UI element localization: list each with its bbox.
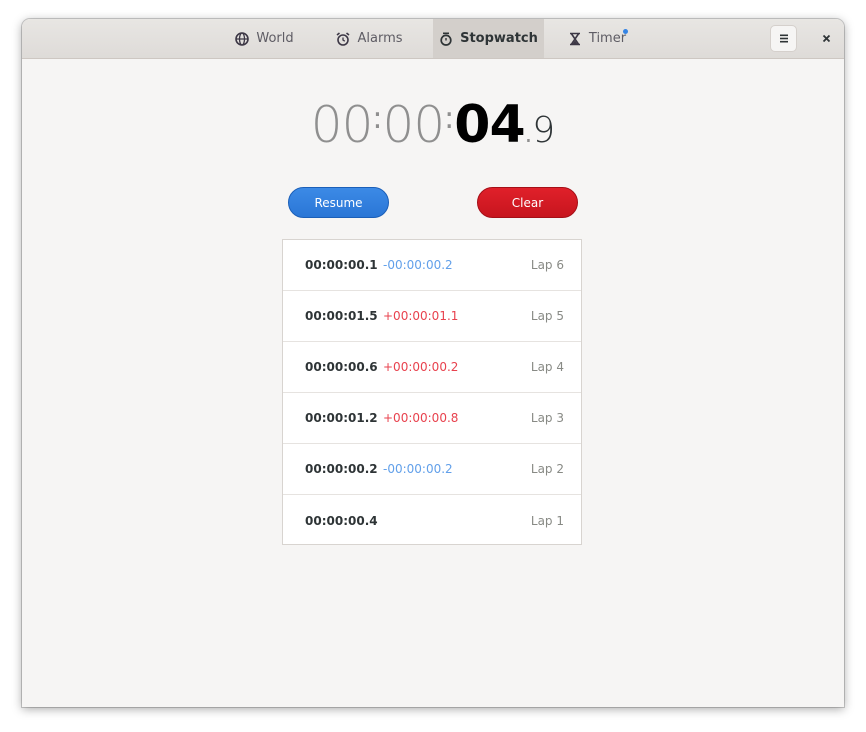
- tab-world-label: World: [256, 31, 294, 46]
- lap-difference: +00:00:00.8: [383, 411, 459, 425]
- close-icon: [822, 34, 830, 43]
- lap-difference: +00:00:00.2: [383, 360, 459, 374]
- lap-label: Lap 5: [530, 309, 564, 323]
- lap-difference: +00:00:01.1: [383, 309, 459, 323]
- lap-row: 00:00:00.1 -00:00:00.2 Lap 6: [283, 240, 581, 291]
- close-button[interactable]: [814, 25, 838, 52]
- clear-button[interactable]: Clear: [477, 187, 578, 218]
- clocks-window: World Alarms Stopwatch Timer 00:00:04.9 …: [22, 19, 844, 707]
- resume-button[interactable]: Resume: [288, 187, 389, 218]
- lap-row: 00:00:00.4 Lap 1: [283, 495, 581, 546]
- alarm-clock-icon: [336, 31, 350, 46]
- laps-list: 00:00:00.1 -00:00:00.2 Lap 6 00:00:01.5 …: [282, 239, 582, 545]
- stopwatch-icon: [440, 31, 452, 46]
- lap-total: 00:00:01.2: [305, 411, 378, 425]
- lap-row: 00:00:00.6 +00:00:00.2 Lap 4: [283, 342, 581, 393]
- lap-row: 00:00:01.2 +00:00:00.8 Lap 3: [283, 393, 581, 444]
- tab-alarms[interactable]: Alarms: [322, 19, 417, 58]
- main-menu-button[interactable]: [770, 25, 797, 52]
- tab-stopwatch-label: Stopwatch: [460, 31, 538, 46]
- header-bar: World Alarms Stopwatch Timer: [22, 19, 844, 59]
- lap-difference: -00:00:00.2: [383, 258, 453, 272]
- tab-alarms-label: Alarms: [357, 31, 403, 46]
- seconds: 04: [454, 95, 525, 155]
- lap-total: 00:00:00.6: [305, 360, 378, 374]
- timer-running-indicator: [623, 29, 628, 34]
- lap-label: Lap 3: [530, 411, 564, 425]
- tenths: 9: [532, 110, 556, 151]
- lap-total: 00:00:00.2: [305, 462, 378, 476]
- lap-label: Lap 6: [530, 258, 564, 272]
- lap-label: Lap 2: [530, 462, 564, 476]
- hours: 00: [310, 96, 374, 154]
- stopwatch-display: 00:00:04.9: [22, 95, 844, 155]
- minutes-separator: :: [444, 101, 455, 136]
- lap-row: 00:00:01.5 +00:00:01.1 Lap 5: [283, 291, 581, 342]
- lap-total: 00:00:00.4: [305, 513, 378, 528]
- lap-row: 00:00:00.2 -00:00:00.2 Lap 2: [283, 444, 581, 495]
- globe-icon: [235, 31, 250, 46]
- tab-stopwatch[interactable]: Stopwatch: [433, 19, 544, 58]
- hours-separator: :: [372, 101, 383, 136]
- lap-label: Lap 4: [530, 360, 564, 374]
- tab-world[interactable]: World: [222, 19, 307, 58]
- minutes: 00: [382, 96, 446, 154]
- lap-total: 00:00:01.5: [305, 309, 378, 323]
- lap-total: 00:00:00.1: [305, 258, 378, 272]
- hamburger-menu-icon: [779, 34, 788, 43]
- lap-label: Lap 1: [530, 513, 564, 528]
- tab-timer[interactable]: Timer: [552, 19, 642, 58]
- lap-difference: -00:00:00.2: [383, 462, 453, 476]
- tab-timer-label: Timer: [588, 31, 627, 46]
- hourglass-icon: [569, 32, 580, 45]
